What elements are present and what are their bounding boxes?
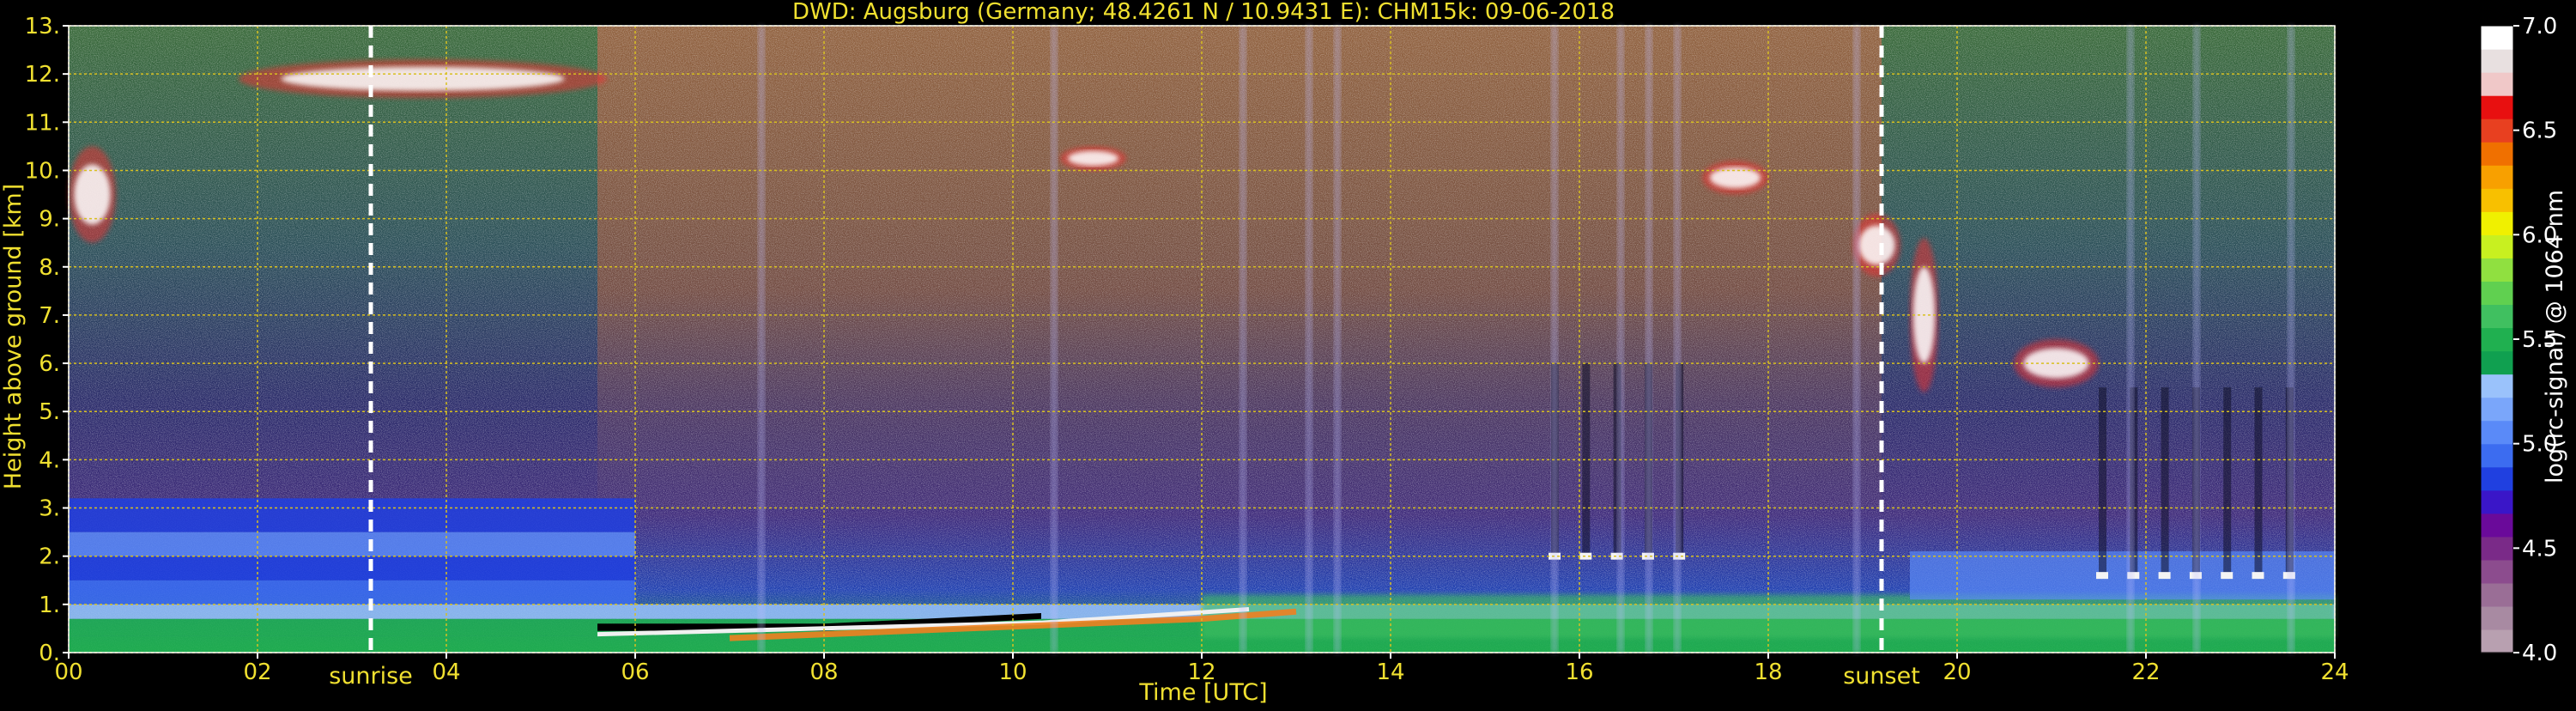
cirrus-cloud (1060, 146, 1126, 171)
cirrus-cloud (239, 59, 607, 99)
colorbar-segment (2481, 629, 2513, 653)
y-tick-label: 1. (39, 592, 60, 618)
streak (1306, 26, 1312, 653)
colorbar-segment (2481, 513, 2513, 538)
x-tick-label: 04 (432, 659, 460, 685)
aerosol-band (69, 580, 635, 605)
colorbar-tick-label: 4.5 (2522, 536, 2557, 562)
streak (758, 26, 765, 653)
cloud-base-mark (2221, 572, 2234, 580)
colorbar-tick-label: 4.0 (2522, 641, 2557, 666)
colorbar-segment (2481, 420, 2513, 445)
chart-svg: DWD: Augsburg (Germany; 48.4261 N / 10.9… (0, 0, 2568, 706)
colorbar-segment (2481, 350, 2513, 375)
x-tick-label: 24 (2320, 659, 2349, 685)
cloud-base-mark (2252, 572, 2264, 580)
cirrus-core (281, 66, 565, 91)
colorbar-segment (2481, 466, 2513, 491)
event-label: sunrise (329, 663, 413, 690)
cloud-base-mark (2096, 572, 2108, 580)
aerosol-band (1202, 594, 2335, 639)
x-tick-label: 18 (1754, 659, 1782, 685)
colorbar-segment (2481, 559, 2513, 584)
colorbar-segment (2481, 605, 2513, 630)
colorbar-segment (2481, 443, 2513, 468)
y-tick-label: 4. (39, 447, 60, 473)
colorbar-segment (2481, 26, 2513, 50)
colorbar-segment (2481, 582, 2513, 607)
colorbar-segment (2481, 234, 2513, 258)
x-tick-label: 02 (243, 659, 271, 685)
y-tick-label: 9. (39, 207, 60, 233)
colorbar-segment (2481, 72, 2513, 96)
x-tick-label: 16 (1565, 659, 1593, 685)
streak (2127, 26, 2134, 653)
y-tick-label: 10. (25, 158, 60, 184)
y-tick-label: 8. (39, 255, 60, 281)
streak (1617, 26, 1624, 653)
colorbar-segment (2481, 374, 2513, 398)
streak (1646, 26, 1652, 653)
colorbar-segment (2481, 258, 2513, 283)
x-tick-label: 06 (621, 659, 649, 685)
cloud-base-mark (2158, 572, 2171, 580)
colorbar-segment (2481, 95, 2513, 119)
colorbar-tick-label: 6.5 (2522, 118, 2557, 144)
streak (2288, 26, 2294, 653)
streak (1551, 26, 1558, 653)
colorbar-segment (2481, 188, 2513, 212)
chart-title: DWD: Augsburg (Germany; 48.4261 N / 10.9… (792, 0, 1615, 25)
y-tick-label: 0. (39, 641, 60, 666)
event-label: sunset (1843, 663, 1920, 690)
x-tick-label: 08 (809, 659, 838, 685)
precip-column (2254, 387, 2263, 576)
colorbar-segment (2481, 489, 2513, 514)
ceilometer-figure: DWD: Augsburg (Germany; 48.4261 N / 10.9… (0, 0, 2576, 708)
precip-column (2161, 387, 2169, 576)
colorbar-segment (2481, 118, 2513, 143)
cirrus-core (74, 164, 111, 225)
streak (1853, 26, 1860, 653)
aerosol-band (69, 556, 635, 580)
precip-column (2223, 387, 2232, 576)
streak (1240, 26, 1246, 653)
x-tick-label: 10 (998, 659, 1027, 685)
cirrus-cloud (1702, 161, 1768, 195)
colorbar-segment (2481, 536, 2513, 561)
colorbar-segment (2481, 211, 2513, 235)
streak (1674, 26, 1681, 653)
colorbar-segment (2481, 142, 2513, 166)
aerosol-band (69, 498, 635, 532)
y-axis-label: Height above ground [km] (0, 184, 27, 489)
colorbar-segment (2481, 281, 2513, 306)
y-tick-label: 12. (25, 62, 60, 88)
streak (1051, 26, 1058, 653)
colorbar-segment (2481, 165, 2513, 189)
x-tick-label: 20 (1943, 659, 1971, 685)
y-tick-label: 6. (39, 351, 60, 377)
y-tick-label: 2. (39, 544, 60, 570)
aerosol-band (69, 532, 635, 556)
y-tick-label: 11. (25, 110, 60, 136)
y-tick-label: 13. (25, 14, 60, 40)
cirrus-core (1858, 225, 1895, 265)
colorbar-segment (2481, 327, 2513, 352)
colorbar-segment (2481, 397, 2513, 422)
colorbar-label: log(rc-signal) @ 1064 nm (2542, 190, 2568, 483)
cirrus-cloud (69, 146, 116, 243)
streak (1334, 26, 1341, 653)
colorbar-segment (2481, 49, 2513, 73)
x-tick-label: 22 (2131, 659, 2160, 685)
y-tick-label: 5. (39, 399, 60, 425)
colorbar-tick-label: 7.0 (2522, 14, 2557, 40)
streak (2193, 26, 2200, 653)
colorbar-segment (2481, 304, 2513, 329)
x-axis-label: Time [UTC] (1138, 679, 1267, 706)
aerosol-band (1910, 551, 2335, 600)
precip-column (2099, 387, 2106, 576)
cirrus-core (1067, 150, 1119, 167)
y-tick-label: 7. (39, 303, 60, 329)
x-tick-label: 14 (1376, 659, 1404, 685)
y-tick-label: 3. (39, 496, 60, 522)
